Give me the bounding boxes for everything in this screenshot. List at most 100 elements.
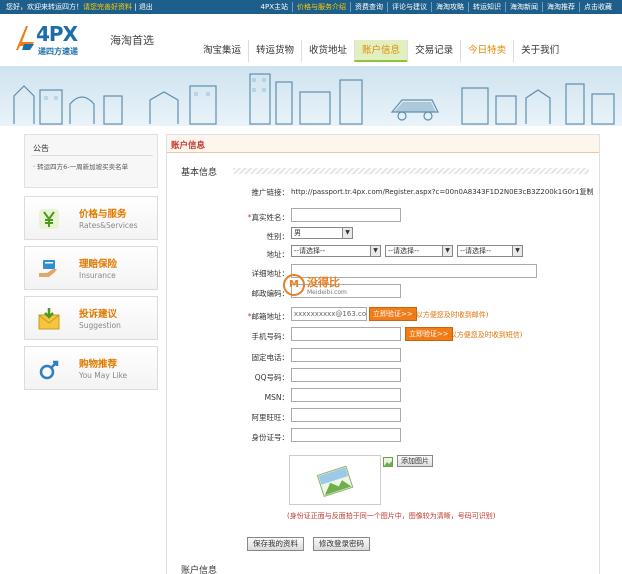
sidebar-item-sublabel: Rates&Services — [79, 221, 138, 230]
shopping-icon — [39, 360, 59, 380]
chevron-down-icon: ▼ — [512, 246, 522, 256]
nav-taobao[interactable]: 淘宝集运 — [196, 40, 248, 62]
top-link-feedback[interactable]: 评论与建议 — [387, 2, 431, 12]
email-label: *邮箱地址： — [247, 312, 289, 321]
id-card-label: 身份证号： — [251, 433, 290, 442]
panel-title: 账户信息 — [171, 141, 206, 151]
chevron-down-icon: ▼ — [342, 228, 352, 238]
nav-about[interactable]: 关于我们 — [513, 40, 566, 62]
logout-link[interactable]: 退出 — [139, 3, 153, 11]
real-name-label: *真实姓名： — [247, 213, 289, 222]
header: 4PX 递四方速递 海淘首选 淘宝集运 转运货物 收货地址 账户信息 交易记录 … — [0, 14, 622, 66]
nav-account[interactable]: 账户信息 — [354, 40, 408, 62]
address-label: 地址： — [266, 250, 290, 259]
logo-mark-icon — [16, 26, 34, 50]
sidebar-item-pricing[interactable]: 价格与服务 Rates&Services — [24, 196, 158, 240]
notice-box: 公告 · 转运四方6-一周新加坡买卖名单 — [24, 134, 158, 188]
chevron-down-icon: ▼ — [442, 246, 452, 256]
watermark-url: Meideibi.com — [307, 289, 347, 296]
section-basic-title: 基本信息 — [181, 168, 218, 178]
image-placeholder-icon — [316, 465, 354, 498]
watermark-text: 没得比 — [307, 276, 340, 289]
sidebar-item-label: 购物推荐 — [79, 359, 118, 370]
city-skyline-icon — [13, 73, 615, 125]
district-select[interactable]: --请选择-- ▼ — [457, 245, 523, 257]
brand-sub: 递四方速递 — [38, 47, 78, 56]
phone-label: 固定电话： — [251, 353, 290, 362]
mobile-label: 手机号码： — [251, 332, 290, 341]
city-select[interactable]: --请选择-- ▼ — [385, 245, 453, 257]
email-hint: (以方便您及时收到邮件) — [413, 311, 489, 319]
top-link-pricing[interactable]: 价格与服务介绍 — [292, 2, 350, 12]
greeting: 您好，欢迎来转运四方！ — [6, 3, 83, 11]
gender-select[interactable]: 男 ▼ — [291, 227, 353, 239]
top-link-knowledge[interactable]: 转运知识 — [468, 2, 505, 12]
top-link-rates[interactable]: 资费查询 — [350, 2, 387, 12]
wangwang-label: 阿里旺旺： — [251, 413, 290, 422]
image-file-icon — [383, 457, 393, 467]
top-link-news[interactable]: 海淘新闻 — [505, 2, 542, 12]
nav-address[interactable]: 收货地址 — [301, 40, 354, 62]
brand-name: 4PX — [36, 22, 78, 46]
watermark-mark: M — [283, 274, 305, 296]
hand-shield-icon — [39, 260, 57, 277]
notice-divider — [31, 155, 153, 156]
mobile-hint: (以方便您及时收到短信) — [447, 331, 523, 339]
id-photo-preview — [289, 455, 381, 505]
sidebar-item-sublabel: Insurance — [79, 271, 116, 280]
add-image-button[interactable]: 添加图片 — [397, 455, 433, 467]
sidebar-item-recommend[interactable]: 购物推荐 You May Like — [24, 346, 158, 390]
sidebar-item-label: 理赔保险 — [79, 259, 118, 270]
account-panel: 账户信息 基本信息 推广链接： http://passport.tr.4px.c… — [166, 134, 600, 574]
sidebar-item-suggestion[interactable]: 投诉建议 Suggestion — [24, 296, 158, 340]
detail-address-label: 详细地址： — [251, 269, 290, 278]
complete-profile-link[interactable]: 请您完善好资料 — [83, 3, 132, 11]
notice-title: 公告 — [33, 144, 49, 153]
yen-icon — [39, 209, 59, 229]
verify-email-button[interactable]: 立即验证>> — [369, 307, 417, 321]
msn-input[interactable] — [291, 388, 401, 402]
qq-input[interactable] — [291, 368, 401, 382]
sidebar-item-label: 投诉建议 — [79, 309, 118, 320]
city-banner — [0, 66, 622, 126]
save-profile-button[interactable]: 保存我的资料 — [247, 537, 304, 551]
panel-title-bar: 账户信息 — [167, 135, 599, 153]
referral-label: 推广链接： — [251, 188, 290, 197]
top-link-recommend[interactable]: 海淘推荐 — [542, 2, 579, 12]
real-name-input[interactable] — [291, 208, 401, 222]
wangwang-input[interactable] — [291, 408, 401, 422]
sidebar-item-sublabel: Suggestion — [79, 321, 121, 330]
welcome-text: 您好，欢迎来转运四方！请您完善好资料 | 退出 — [6, 3, 153, 11]
section-next-title: 账户信息 — [181, 566, 218, 574]
logo[interactable]: 4PX 递四方速递 — [14, 22, 104, 58]
nav-records[interactable]: 交易记录 — [407, 40, 460, 62]
slogan: 海淘首选 — [110, 34, 154, 47]
sidebar-item-sublabel: You May Like — [79, 371, 128, 380]
province-select[interactable]: --请选择-- ▼ — [291, 245, 381, 257]
id-card-input[interactable] — [291, 428, 401, 442]
notice-item[interactable]: · 转运四方6-一周新加坡买卖名单 — [33, 161, 128, 171]
msn-label: MSN： — [264, 393, 289, 402]
referral-url[interactable]: http://passport.tr.4px.com/Register.aspx… — [291, 187, 593, 197]
top-links: 4PX主站 价格与服务介绍 资费查询 评论与建议 海淘攻略 转运知识 海淘新闻 … — [257, 2, 616, 12]
sidebar-item-label: 价格与服务 — [79, 209, 127, 220]
gender-label: 性别： — [266, 232, 290, 241]
section-divider — [233, 168, 589, 174]
mobile-input[interactable] — [291, 327, 401, 341]
nav-forward[interactable]: 转运货物 — [248, 40, 301, 62]
sidebar-item-insurance[interactable]: 理赔保险 Insurance — [24, 246, 158, 290]
main-nav: 淘宝集运 转运货物 收货地址 账户信息 交易记录 今日特卖 关于我们 — [196, 40, 566, 62]
change-password-button[interactable]: 修改登录密码 — [313, 537, 370, 551]
nav-deals[interactable]: 今日特卖 — [460, 40, 513, 62]
photo-note: (身份证正面与反面拍于同一个图片中，图像较为清晰，号码可识别) — [287, 512, 496, 520]
mail-icon — [38, 308, 60, 330]
verify-mobile-button[interactable]: 立即验证>> — [405, 327, 453, 341]
email-input[interactable]: xxxxxxxxxx@163.com — [291, 307, 367, 321]
top-link-bookmark[interactable]: 点击收藏 — [579, 2, 616, 12]
top-link-main-site[interactable]: 4PX主站 — [257, 2, 292, 12]
qq-label: QQ号码： — [254, 373, 289, 382]
phone-input[interactable] — [291, 348, 401, 362]
top-link-guide[interactable]: 海淘攻略 — [431, 2, 468, 12]
postcode-label: 邮政编码： — [251, 289, 290, 298]
chevron-down-icon: ▼ — [370, 246, 380, 256]
